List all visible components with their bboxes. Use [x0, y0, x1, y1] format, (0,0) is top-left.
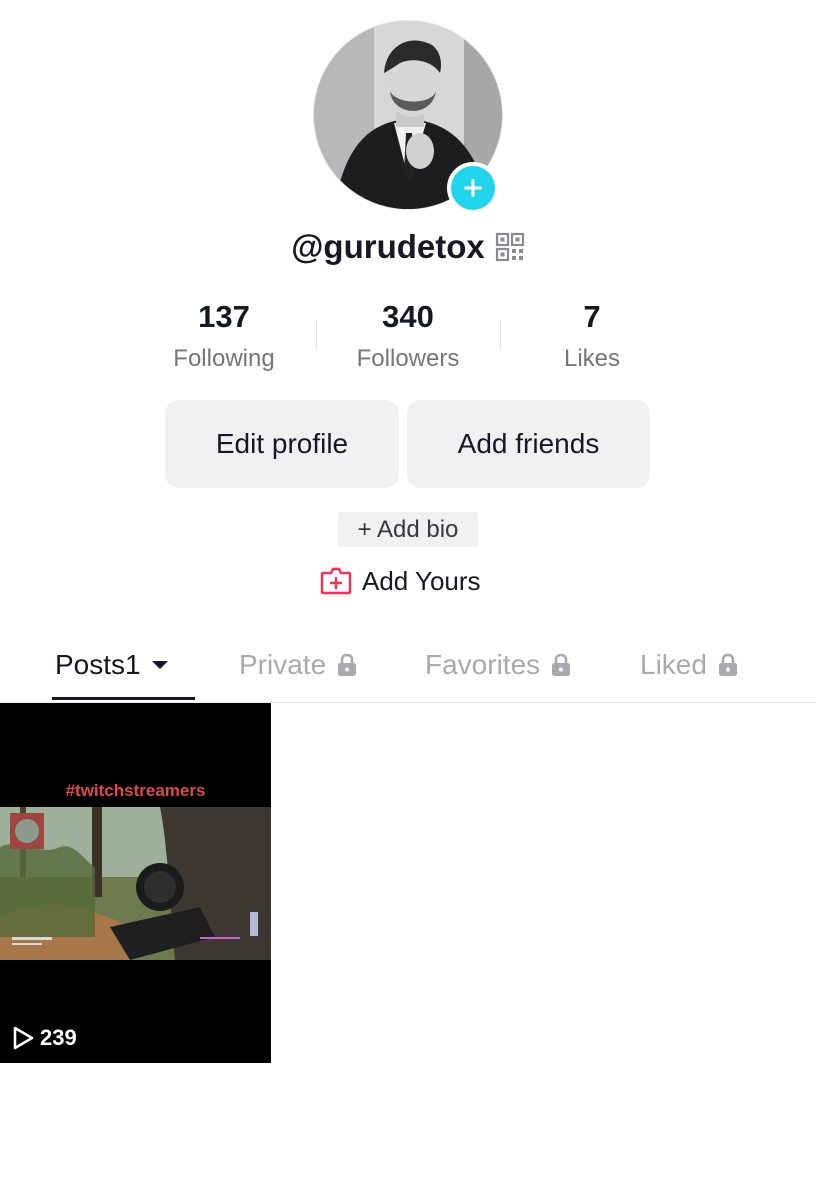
- stat-value: 340: [382, 299, 434, 334]
- stat-value: 137: [198, 299, 250, 334]
- play-icon: [13, 1026, 34, 1050]
- profile-stats: 137 Following 340 Followers 7 Likes: [132, 296, 684, 386]
- plus-icon: [464, 179, 482, 197]
- tab-liked[interactable]: Liked: [640, 630, 739, 700]
- lock-icon: [338, 653, 357, 676]
- stat-likes[interactable]: 7 Likes: [500, 296, 684, 386]
- stat-value: 7: [583, 299, 601, 334]
- stat-following[interactable]: 137 Following: [132, 296, 316, 386]
- add-yours-label: Add Yours: [362, 565, 481, 596]
- add-friends-button[interactable]: Add friends: [407, 400, 650, 488]
- caret-down-icon[interactable]: [151, 659, 169, 671]
- stat-followers[interactable]: 340 Followers: [316, 296, 500, 386]
- post-thumbnail[interactable]: #twitchstreamers 239: [0, 703, 271, 1063]
- add-bio-button[interactable]: + Add bio: [338, 512, 478, 547]
- stat-label: Following: [173, 345, 275, 372]
- view-count: 239: [12, 1025, 77, 1051]
- lock-icon: [718, 653, 737, 676]
- add-avatar-button[interactable]: [447, 162, 499, 214]
- post-hashtag: #twitchstreamers: [65, 781, 206, 800]
- username-row: @gurudetox: [0, 228, 816, 266]
- add-yours-button[interactable]: Add Yours: [320, 562, 481, 600]
- post-video-frame: [0, 807, 271, 960]
- profile-tabs: Posts1 Private Favorites Liked: [0, 630, 816, 703]
- tab-favorites[interactable]: Favorites: [425, 630, 572, 700]
- stat-label: Likes: [563, 345, 621, 372]
- tab-label: Private: [239, 649, 327, 680]
- stat-label: Followers: [356, 345, 460, 372]
- view-count-value: 239: [40, 1025, 77, 1050]
- lock-icon: [552, 653, 571, 676]
- tab-label: Favorites: [425, 649, 541, 680]
- tab-label: Posts1: [55, 649, 141, 680]
- qr-code-icon[interactable]: [495, 232, 525, 262]
- active-tab-indicator: [52, 697, 195, 700]
- tab-posts[interactable]: Posts1: [55, 630, 169, 700]
- tab-private[interactable]: Private: [239, 630, 358, 700]
- tab-label: Liked: [640, 649, 707, 680]
- add-yours-icon: [320, 567, 352, 595]
- edit-profile-button[interactable]: Edit profile: [165, 400, 399, 488]
- username: @gurudetox: [291, 228, 485, 265]
